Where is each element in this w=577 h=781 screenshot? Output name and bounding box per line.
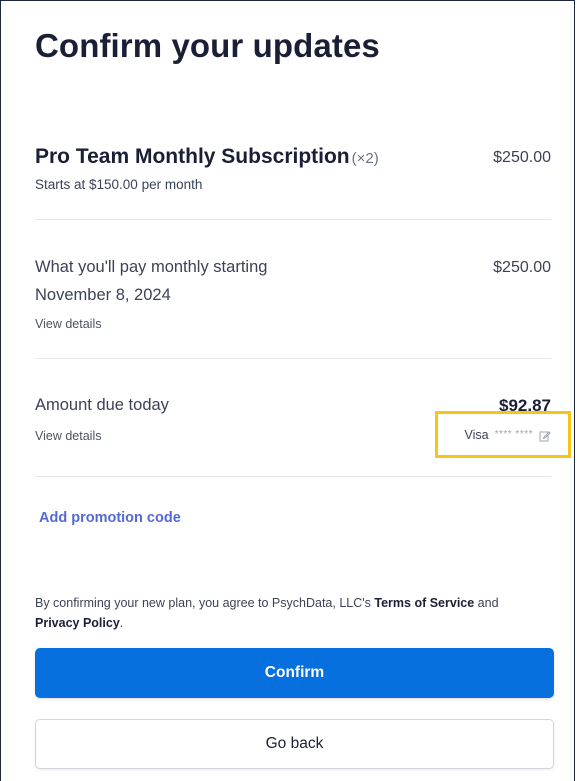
privacy-policy-link[interactable]: Privacy Policy [35, 616, 120, 630]
subscription-name: Pro Team Monthly Subscription [35, 145, 350, 168]
monthly-label-line2: November 8, 2024 [35, 286, 171, 304]
monthly-price: $250.00 [493, 259, 551, 276]
divider [35, 219, 551, 220]
terms-and: and [474, 596, 499, 610]
go-back-button[interactable]: Go back [35, 719, 554, 769]
monthly-label: What you'll pay monthly starting Novembe… [35, 253, 267, 309]
subscription-title: Pro Team Monthly Subscription (×2) [35, 145, 379, 169]
page-title: Confirm your updates [35, 27, 380, 64]
payment-method[interactable]: Visa **** **** [435, 411, 571, 458]
edit-icon[interactable] [539, 429, 551, 441]
subscription-price: $250.00 [493, 149, 551, 166]
subscription-quantity: (×2) [351, 150, 379, 167]
card-brand: Visa [464, 427, 489, 442]
amount-due-view-details-link[interactable]: View details [35, 429, 101, 443]
masked-card-number: **** **** [494, 429, 533, 440]
terms-prefix: By confirming your new plan, you agree t… [35, 596, 375, 610]
subscription-start-price: Starts at $150.00 per month [35, 177, 203, 192]
terms-text: By confirming your new plan, you agree t… [35, 593, 535, 633]
terms-of-service-link[interactable]: Terms of Service [374, 596, 474, 610]
amount-due-label: Amount due today [35, 396, 169, 414]
monthly-view-details-link[interactable]: View details [35, 317, 101, 331]
monthly-label-line1: What you'll pay monthly starting [35, 258, 268, 276]
confirm-button[interactable]: Confirm [35, 648, 554, 698]
divider [35, 358, 551, 359]
add-promotion-code-link[interactable]: Add promotion code [39, 510, 181, 526]
terms-suffix: . [119, 616, 124, 630]
divider [35, 476, 551, 477]
confirm-updates-panel: Confirm your updates Pro Team Monthly Su… [0, 0, 575, 781]
